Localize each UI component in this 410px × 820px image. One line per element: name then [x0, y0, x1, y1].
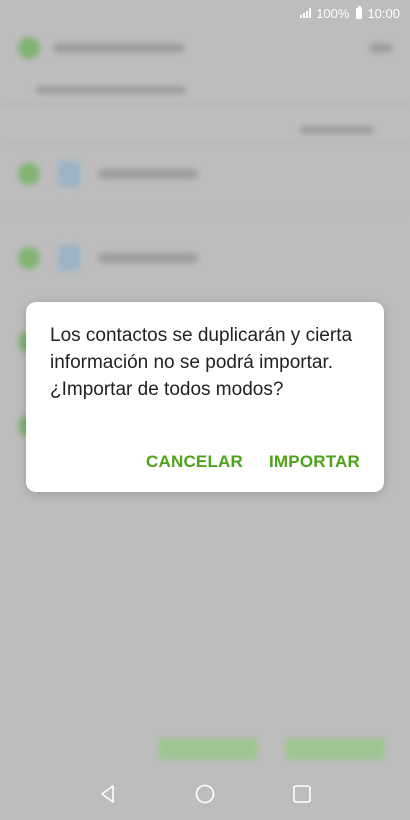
recents-icon — [292, 785, 311, 803]
background-row — [0, 236, 410, 280]
recents-button[interactable] — [282, 774, 322, 814]
background-subtitle — [36, 86, 186, 94]
background-avatar — [18, 37, 40, 59]
background-divider — [0, 142, 410, 143]
background-menu — [370, 43, 392, 53]
background-button — [158, 738, 258, 760]
background-divider — [0, 104, 410, 105]
back-button[interactable] — [88, 774, 128, 814]
battery-percent: 100% — [316, 5, 350, 21]
background-header — [0, 30, 410, 66]
import-confirmation-dialog: Los contactos se duplicarán y cierta inf… — [26, 302, 384, 492]
signal-icon — [300, 8, 312, 18]
back-icon — [101, 785, 115, 803]
cancel-button[interactable]: CANCELAR — [146, 452, 243, 472]
clock: 10:00 — [367, 5, 400, 21]
background-label — [300, 126, 374, 134]
battery-icon — [356, 5, 363, 19]
background-button — [285, 738, 385, 760]
home-button[interactable] — [185, 774, 225, 814]
import-button[interactable]: IMPORTAR — [269, 452, 360, 472]
dialog-message: Los contactos se duplicarán y cierta inf… — [50, 325, 353, 400]
background-row — [0, 152, 410, 196]
background-divider — [0, 210, 410, 211]
dialog-actions: CANCELAR IMPORTAR — [146, 452, 360, 472]
status-bar: 100% 10:00 — [0, 0, 410, 26]
background-title — [54, 43, 184, 53]
navigation-bar — [0, 768, 410, 820]
screen: 100% 10:00 Los contactos se duplicarán y… — [0, 0, 410, 820]
home-icon — [195, 784, 215, 804]
